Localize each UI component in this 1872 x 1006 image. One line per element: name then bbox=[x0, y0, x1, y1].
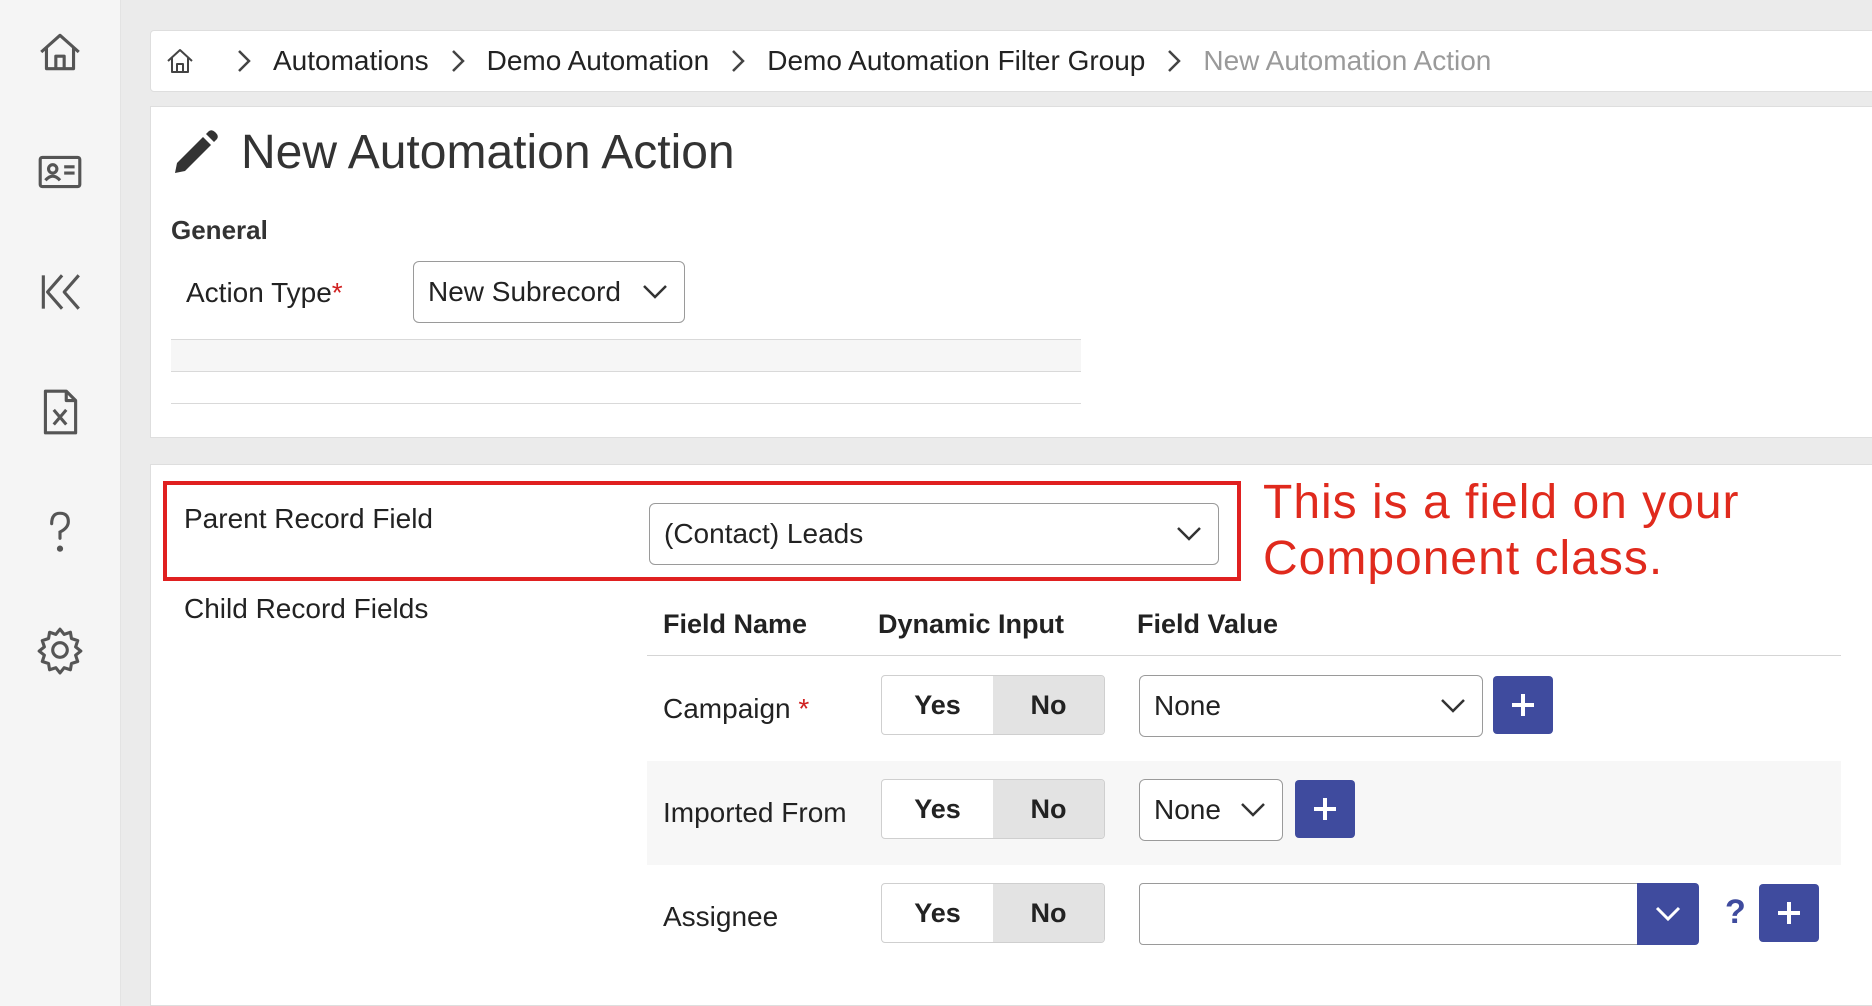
toggle-yes[interactable]: Yes bbox=[882, 676, 993, 734]
general-panel: New Automation Action General Action Typ… bbox=[150, 106, 1872, 438]
column-field-value: Field Value bbox=[1137, 609, 1279, 639]
divider bbox=[171, 339, 1081, 340]
campaign-value: None bbox=[1154, 690, 1221, 721]
chevron-right-icon bbox=[729, 49, 747, 73]
toggle-no[interactable]: No bbox=[993, 884, 1104, 942]
plus-icon bbox=[1314, 798, 1336, 820]
plus-icon bbox=[1778, 902, 1800, 924]
chevron-right-icon bbox=[235, 49, 253, 73]
toggle-yes[interactable]: Yes bbox=[882, 884, 993, 942]
home-icon[interactable] bbox=[34, 26, 86, 78]
row-label-assignee: Assignee bbox=[663, 901, 779, 932]
imported-from-add-button[interactable] bbox=[1295, 780, 1355, 838]
help-icon[interactable] bbox=[34, 506, 86, 558]
breadcrumb: Automations Demo Automation Demo Automat… bbox=[150, 30, 1872, 92]
row-label-imported-from: Imported From bbox=[663, 797, 847, 828]
parent-record-field-label: Parent Record Field bbox=[184, 503, 434, 534]
chevron-down-icon bbox=[1176, 526, 1202, 542]
chevron-down-icon bbox=[642, 284, 668, 300]
child-record-fields-label: Child Record Fields bbox=[184, 593, 429, 624]
divider bbox=[171, 403, 1081, 404]
title-row: New Automation Action bbox=[169, 125, 735, 180]
breadcrumb-home-icon[interactable] bbox=[165, 46, 195, 76]
chevron-down-icon bbox=[1240, 802, 1266, 818]
parent-record-field-value: (Contact) Leads bbox=[664, 518, 864, 549]
breadcrumb-automations[interactable]: Automations bbox=[273, 45, 429, 77]
rewind-icon[interactable] bbox=[34, 266, 86, 318]
required-mark: * bbox=[798, 693, 810, 724]
parent-record-field-select[interactable]: (Contact) Leads bbox=[649, 503, 1219, 565]
chevron-right-icon bbox=[449, 49, 467, 73]
required-mark: * bbox=[331, 277, 343, 308]
form-stripe bbox=[171, 339, 1081, 371]
breadcrumb-demo-automation[interactable]: Demo Automation bbox=[487, 45, 710, 77]
toggle-no[interactable]: No bbox=[993, 676, 1104, 734]
action-type-select[interactable]: New Subrecord bbox=[413, 261, 685, 323]
annotation-note: This is a field on your Component class. bbox=[1263, 475, 1740, 587]
toggle-yes[interactable]: Yes bbox=[882, 780, 993, 838]
row-name: Campaign bbox=[663, 693, 791, 724]
campaign-dynamic-toggle[interactable]: Yes No bbox=[881, 675, 1105, 735]
plus-icon bbox=[1512, 694, 1534, 716]
excel-file-icon[interactable] bbox=[34, 386, 86, 438]
assignee-dropdown-button[interactable] bbox=[1637, 883, 1699, 945]
assignee-add-button[interactable] bbox=[1759, 884, 1819, 942]
action-type-label: Action Type* bbox=[186, 277, 343, 309]
table-header-rule bbox=[647, 655, 1841, 656]
action-type-value: New Subrecord bbox=[428, 276, 621, 307]
breadcrumb-filter-group[interactable]: Demo Automation Filter Group bbox=[767, 45, 1145, 77]
sidebar bbox=[0, 0, 121, 1006]
column-dynamic-input: Dynamic Input bbox=[878, 609, 1065, 639]
divider bbox=[171, 371, 1081, 372]
annotation-line-1: This is a field on your bbox=[1263, 476, 1740, 529]
toggle-no[interactable]: No bbox=[993, 780, 1104, 838]
campaign-value-select[interactable]: None bbox=[1139, 675, 1483, 737]
chevron-down-icon bbox=[1655, 906, 1681, 922]
imported-from-value-select[interactable]: None bbox=[1139, 779, 1283, 841]
assignee-dynamic-toggle[interactable]: Yes No bbox=[881, 883, 1105, 943]
assignee-value-input[interactable] bbox=[1139, 883, 1639, 945]
annotation-line-2: Component class. bbox=[1263, 532, 1664, 585]
contact-card-icon[interactable] bbox=[34, 146, 86, 198]
campaign-add-button[interactable] bbox=[1493, 676, 1553, 734]
chevron-down-icon bbox=[1440, 698, 1466, 714]
settings-gear-icon[interactable] bbox=[34, 624, 86, 676]
breadcrumb-current: New Automation Action bbox=[1203, 45, 1492, 76]
assignee-help-icon[interactable]: ? bbox=[1725, 893, 1746, 932]
action-type-label-text: Action Type bbox=[186, 277, 332, 308]
pencil-icon bbox=[175, 129, 218, 173]
page-title: New Automation Action bbox=[241, 126, 735, 179]
column-field-name: Field Name bbox=[663, 609, 808, 639]
imported-from-dynamic-toggle[interactable]: Yes No bbox=[881, 779, 1105, 839]
row-label-campaign: Campaign * bbox=[663, 693, 809, 725]
relationship-panel: Parent Record Field (Contact) Leads This… bbox=[150, 464, 1872, 1006]
imported-from-value: None bbox=[1154, 794, 1221, 825]
section-general: General bbox=[171, 215, 268, 245]
chevron-right-icon bbox=[1165, 49, 1183, 73]
